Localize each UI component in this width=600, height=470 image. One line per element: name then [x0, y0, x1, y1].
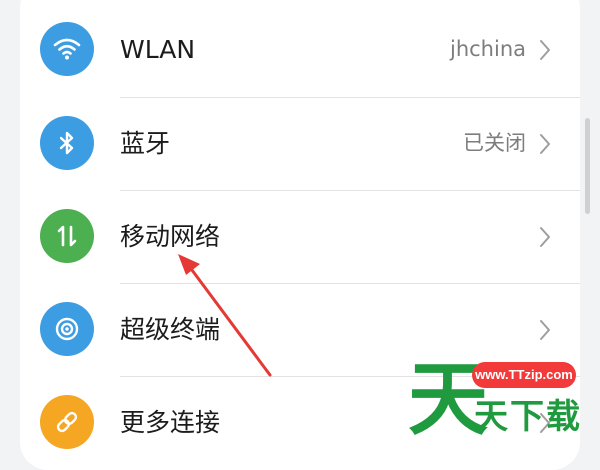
chevron-right-icon: [540, 134, 550, 154]
chevron-right-icon: [540, 227, 550, 247]
settings-row-label: WLAN: [120, 35, 196, 64]
scrollbar[interactable]: [585, 118, 590, 214]
settings-row-value: jhchina: [449, 37, 526, 61]
watermark-logo: 天 天下载 www.TTzip.com: [400, 352, 600, 450]
settings-row-label: 蓝牙: [120, 129, 171, 158]
bluetooth-icon: [40, 116, 94, 170]
settings-row-bluetooth[interactable]: 蓝牙 已关闭: [20, 97, 580, 190]
settings-row-wlan[interactable]: WLAN jhchina: [20, 3, 580, 96]
mobile-data-icon: [40, 209, 94, 263]
settings-row-label: 更多连接: [120, 408, 221, 437]
settings-row-mobile-network[interactable]: 移动网络: [20, 190, 580, 283]
wifi-icon: [40, 22, 94, 76]
watermark-sub-text: 天下载: [474, 397, 582, 437]
super-device-icon: [40, 302, 94, 356]
watermark-url: www.TTzip.com: [472, 362, 576, 388]
settings-row-label: 移动网络: [120, 222, 221, 251]
settings-row-value: 已关闭: [463, 131, 526, 155]
chevron-right-icon: [540, 40, 550, 60]
link-icon: [40, 395, 94, 449]
chevron-right-icon: [540, 320, 550, 340]
settings-row-label: 超级终端: [120, 315, 221, 344]
